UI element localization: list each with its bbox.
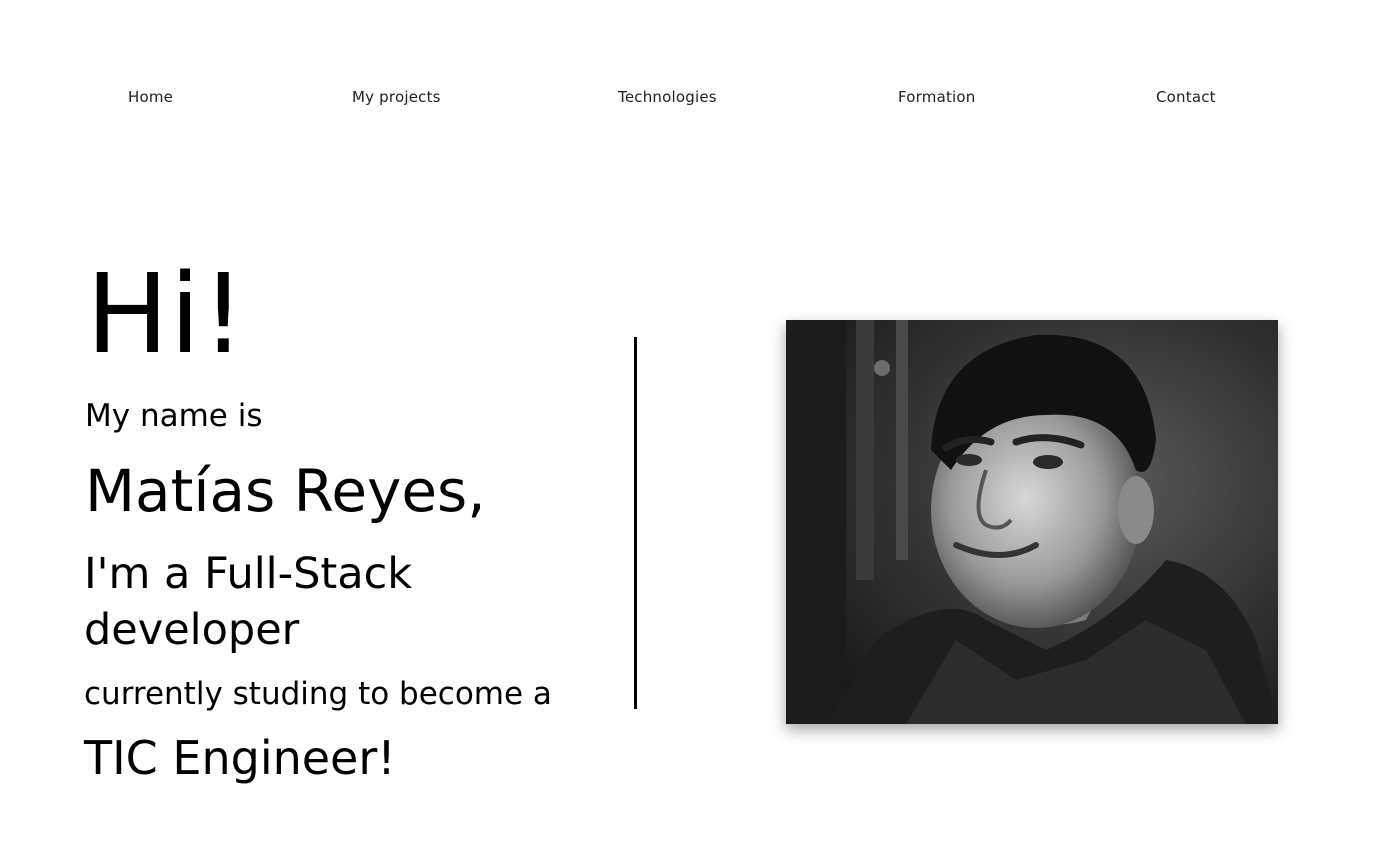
nav-link-home[interactable]: Home [128, 87, 173, 107]
portfolio-page: Home My projects Technologies Formation … [0, 0, 1399, 843]
hero-studying: currently studing to become a [84, 676, 552, 712]
hero-role: I'm a Full-Stack developer [84, 549, 413, 655]
nav-link-formation[interactable]: Formation [898, 87, 976, 107]
vertical-divider [634, 337, 637, 709]
nav-link-contact[interactable]: Contact [1156, 87, 1216, 107]
portrait-image [786, 320, 1278, 724]
hero-name: Matías Reyes, [85, 457, 486, 525]
hero-name-intro: My name is [85, 398, 263, 434]
hero-greeting: Hi! [86, 250, 247, 378]
profile-photo [786, 320, 1278, 724]
nav-link-technologies[interactable]: Technologies [618, 87, 717, 107]
hero-goal: TIC Engineer! [84, 731, 396, 785]
nav-link-my-projects[interactable]: My projects [352, 87, 441, 107]
